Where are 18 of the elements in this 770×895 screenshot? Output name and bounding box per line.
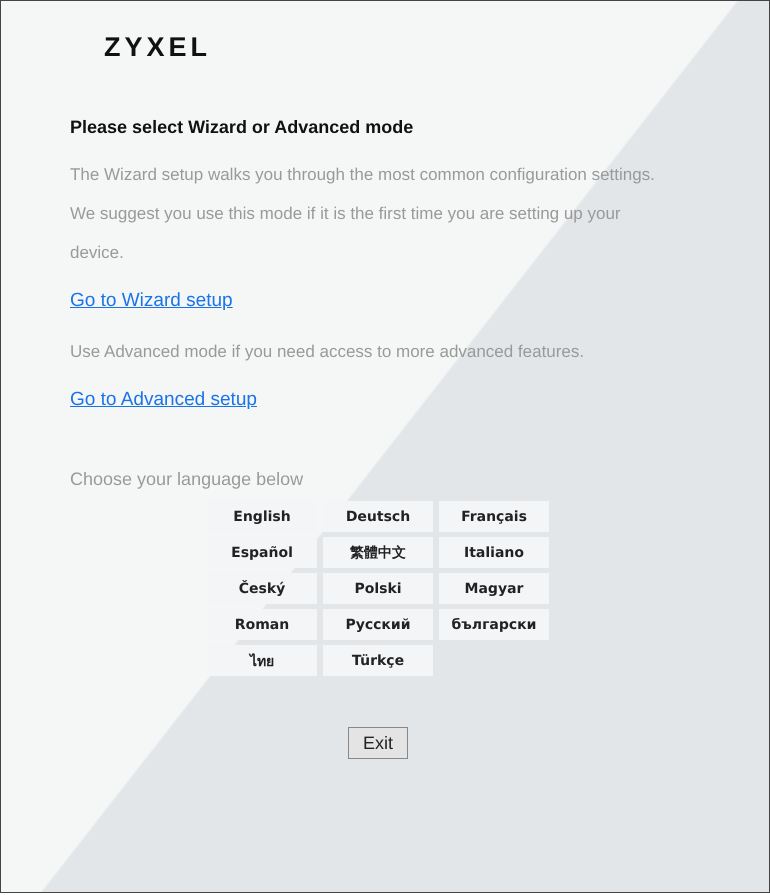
language-button[interactable]: Magyar — [439, 573, 549, 604]
language-button[interactable]: Français — [439, 501, 549, 532]
language-button[interactable]: ไทย — [207, 645, 317, 676]
exit-button[interactable]: Exit — [348, 727, 408, 759]
language-button[interactable]: Русский — [323, 609, 433, 640]
language-button[interactable]: 繁體中文 — [323, 537, 433, 568]
wizard-setup-link[interactable]: Go to Wizard setup — [70, 290, 233, 312]
language-button[interactable]: Deutsch — [323, 501, 433, 532]
language-button[interactable]: Polski — [323, 573, 433, 604]
language-button[interactable]: Türkçe — [323, 645, 433, 676]
language-button[interactable]: Italiano — [439, 537, 549, 568]
language-prompt: Choose your language below — [70, 469, 304, 490]
heading: Please select Wizard or Advanced mode — [70, 117, 414, 138]
description-text: The Wizard setup walks you through the most common configuration settings. We suggest you use this mode if it is the first time you are setting up your device. — [70, 164, 656, 264]
language-button[interactable]: български — [439, 609, 549, 640]
logo: ZYXEL — [104, 32, 212, 63]
description-text: Use Advanced mode if you need access to more advanced features. — [70, 341, 586, 363]
advanced-setup-link[interactable]: Go to Advanced setup — [70, 389, 257, 411]
